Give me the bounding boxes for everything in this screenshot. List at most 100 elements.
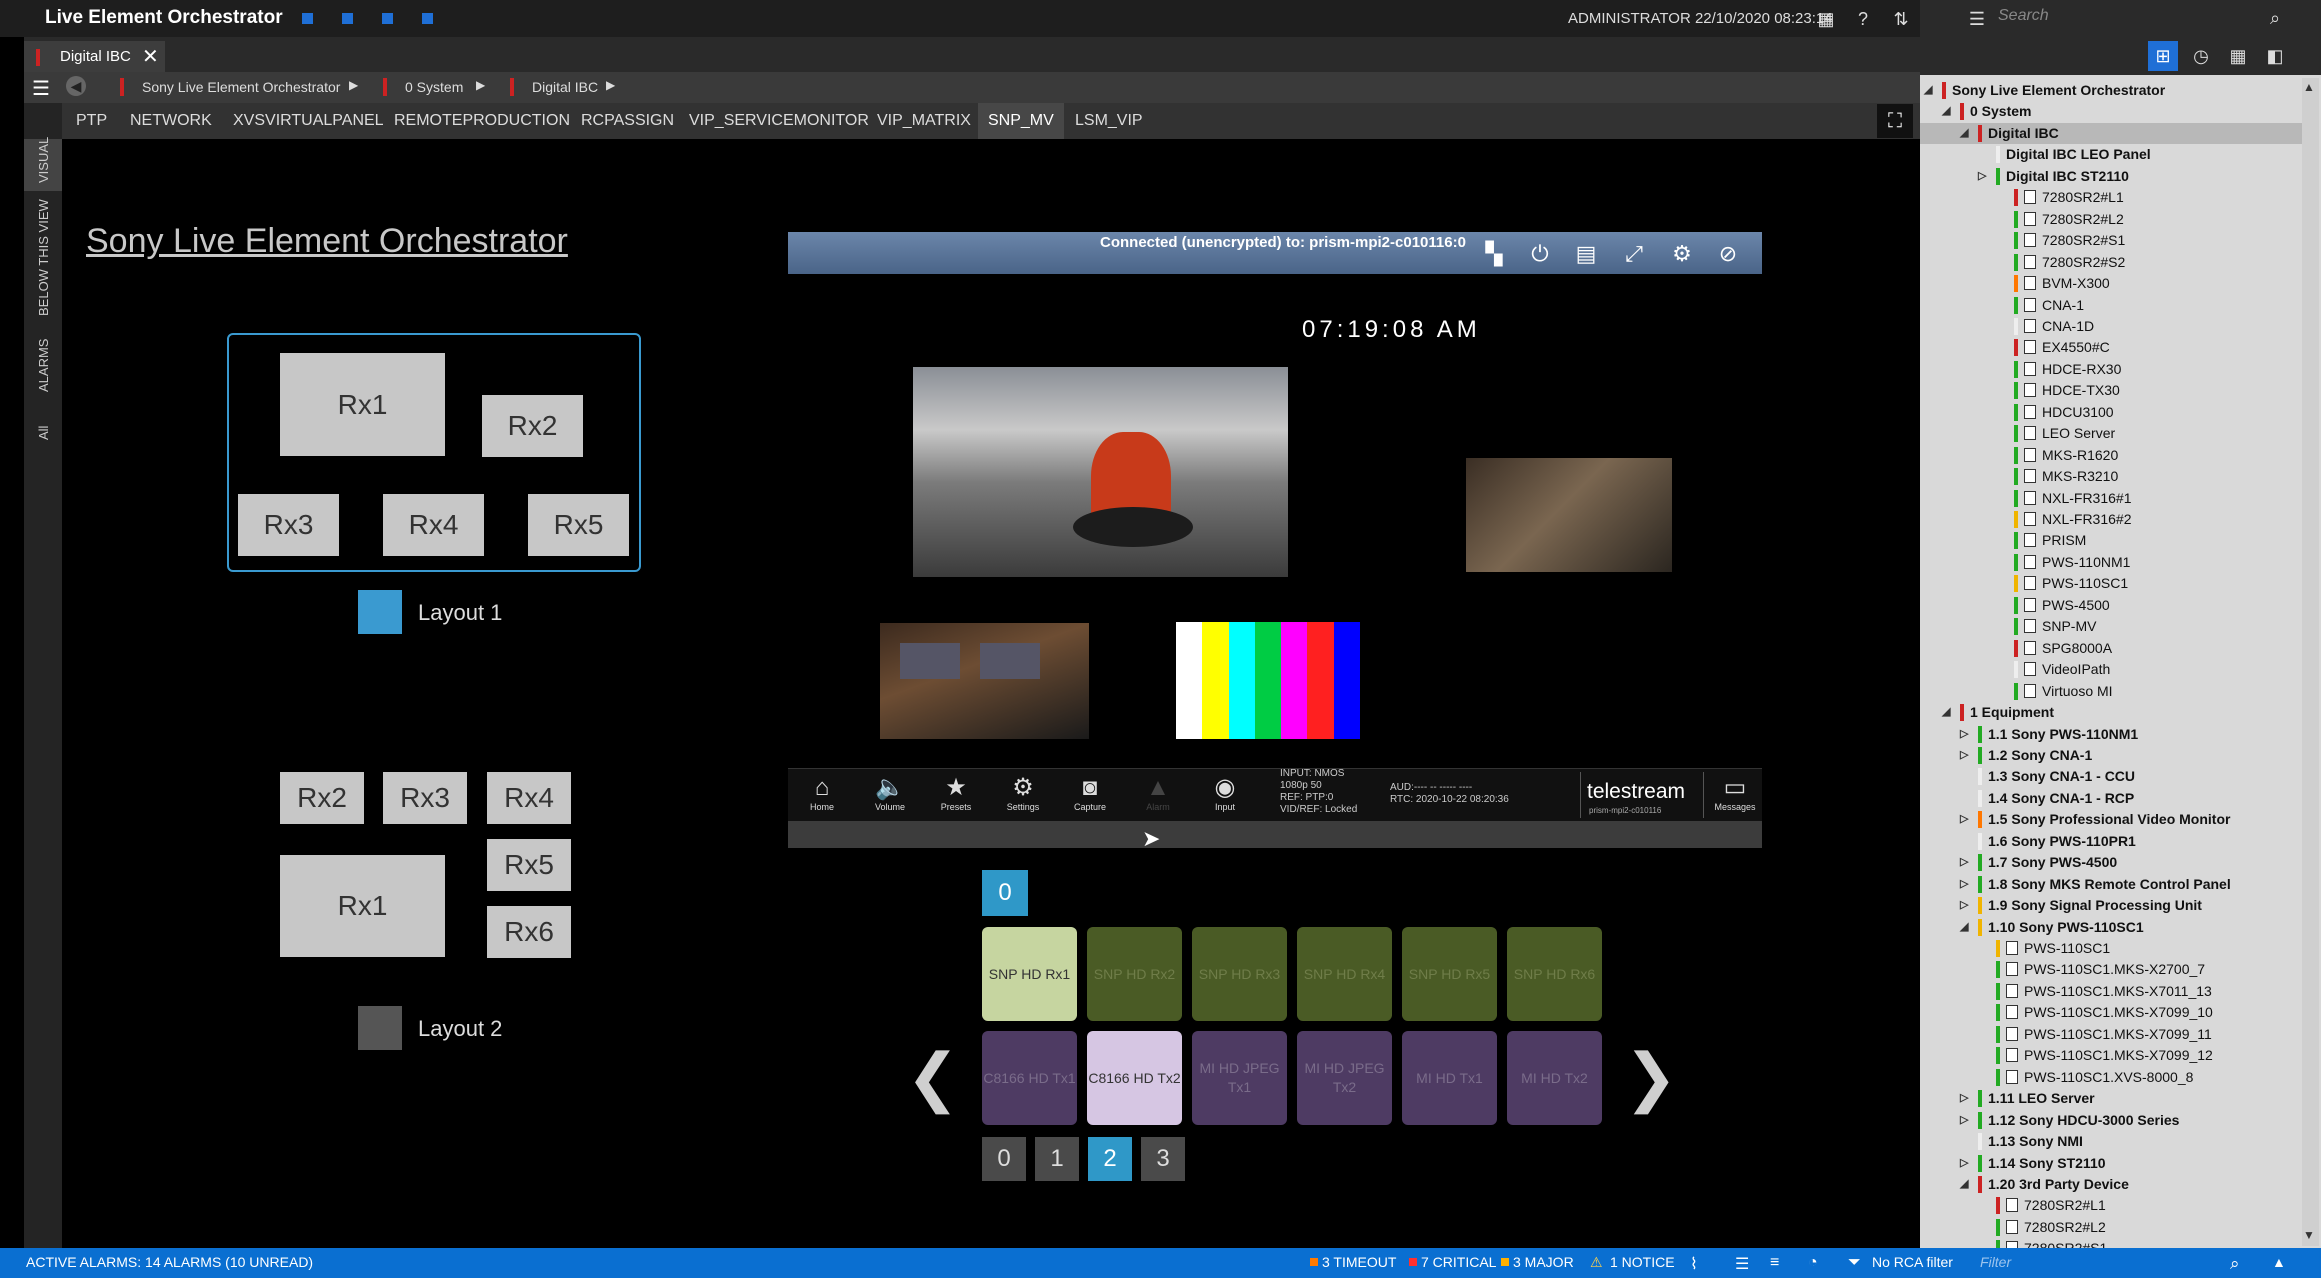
tree-leaf-item[interactable]: 7280SR2#S1 — [1920, 230, 2302, 251]
layout2-rx5[interactable]: Rx5 — [487, 839, 571, 891]
chevron-right-icon[interactable]: ❯ — [1624, 1040, 1678, 1115]
notice-count[interactable]: 1 NOTICE — [1610, 1254, 1675, 1270]
page-button-0[interactable]: 0 — [982, 1137, 1026, 1181]
tree-node-item[interactable]: ▷ 1.12 Sony HDCU-3000 Series — [1920, 1110, 2302, 1131]
tree-leaf-item[interactable]: NXL-FR316#2 — [1920, 509, 2302, 530]
tx-tile-1[interactable]: C8166 HD Tx1 — [982, 1031, 1077, 1125]
tree-leaf-item[interactable]: HDCE-RX30 — [1920, 359, 2302, 380]
layout2-rx3[interactable]: Rx3 — [383, 772, 467, 824]
clipboard-icon[interactable]: ▤ — [1568, 236, 1604, 272]
collapse-icon[interactable]: ◢ — [1960, 123, 1968, 144]
tree-node-item[interactable]: ◢ 1.20 3rd Party Device — [1920, 1174, 2302, 1195]
tree-leaf-item[interactable]: PWS-4500 — [1920, 595, 2302, 616]
video-thumbnail-motorbike[interactable] — [913, 367, 1288, 577]
scroll-up-icon[interactable]: ▲ — [2303, 80, 2315, 94]
tx-tile-6[interactable]: MI HD Tx2 — [1507, 1031, 1602, 1125]
tree-leaf-item[interactable]: PWS-110SC1.XVS-8000_8 — [1920, 1067, 2302, 1088]
close-icon[interactable]: ✕ — [142, 44, 159, 69]
page-button-3[interactable]: 3 — [1141, 1137, 1185, 1181]
expand-icon[interactable]: ▷ — [1960, 874, 1968, 895]
hierarchy-icon[interactable]: ⊞ — [2148, 41, 2178, 71]
active-alarms-link[interactable]: ACTIVE ALARMS: 14 ALARMS (10 UNREAD) — [26, 1254, 313, 1270]
tree-leaf-item[interactable]: 7280SR2#L1 — [1920, 187, 2302, 208]
layout1-rx1[interactable]: Rx1 — [280, 353, 445, 456]
chevron-left-icon[interactable]: ❮ — [906, 1040, 960, 1115]
tx-tile-3[interactable]: MI HD JPEG Tx1 — [1192, 1031, 1287, 1125]
tree-node-item[interactable]: ◢ Sony Live Element Orchestrator — [1920, 80, 2302, 101]
tree-leaf-item[interactable]: 7280SR2#L1 — [1920, 1195, 2302, 1216]
workspace-dot-1[interactable] — [302, 13, 313, 24]
expand-icon[interactable]: ▷ — [1960, 809, 1968, 830]
tree-leaf-item[interactable]: 7280SR2#L2 — [1920, 1217, 2302, 1238]
tx-tile-5[interactable]: MI HD Tx1 — [1402, 1031, 1497, 1125]
rx-tile-6[interactable]: SNP HD Rx6 — [1507, 927, 1602, 1021]
side-tab-all[interactable]: All — [36, 426, 51, 440]
layout2-swatch[interactable] — [358, 1006, 402, 1050]
collapse-icon[interactable]: ◢ — [1960, 917, 1968, 938]
tree-node-item[interactable]: ▷ 1.5 Sony Professional Video Monitor — [1920, 809, 2302, 830]
breadcrumb-item[interactable]: Digital IBC — [532, 79, 598, 95]
rca-filter[interactable]: No RCA filter — [1872, 1254, 1953, 1270]
expand-icon[interactable]: ▷ — [1960, 1153, 1968, 1174]
layout1-rx5[interactable]: Rx5 — [528, 494, 629, 556]
video-thumbnail-colorbars[interactable] — [1176, 622, 1360, 739]
tree-leaf-item[interactable]: Virtuoso MI — [1920, 681, 2302, 702]
alarm-button[interactable]: ▲ Alarm — [1129, 774, 1187, 812]
tree-node-item[interactable]: 1.6 Sony PWS-110PR1 — [1920, 831, 2302, 852]
tree-leaf-item[interactable]: LEO Server — [1920, 423, 2302, 444]
tree-leaf-item[interactable]: SPG8000A — [1920, 638, 2302, 659]
tree-leaf-item[interactable]: PWS-110NM1 — [1920, 552, 2302, 573]
tab-snp-mv[interactable]: SNP_MV — [978, 103, 1064, 139]
expand-icon[interactable]: ▷ — [1960, 895, 1968, 916]
expand-icon[interactable]: ▷ — [1960, 1088, 1968, 1109]
swap-icon[interactable]: ⇅ — [1888, 6, 1914, 32]
layout1-rx4[interactable]: Rx4 — [383, 494, 484, 556]
volume-button[interactable]: 🔈 Volume — [861, 774, 919, 812]
expand-icon[interactable]: ▷ — [1960, 852, 1968, 873]
rx-tile-5[interactable]: SNP HD Rx5 — [1402, 927, 1497, 1021]
tree-leaf-item[interactable]: MKS-R1620 — [1920, 445, 2302, 466]
breadcrumb-item[interactable]: 0 System — [405, 79, 463, 95]
tree-leaf-item[interactable]: CNA-1D — [1920, 316, 2302, 337]
tree-leaf-item[interactable]: 7280SR2#L2 — [1920, 209, 2302, 230]
layout2-rx1[interactable]: Rx1 — [280, 855, 445, 957]
collapse-icon[interactable]: ◢ — [1924, 80, 1932, 101]
layout2-rx4[interactable]: Rx4 — [487, 772, 571, 824]
expand-icon[interactable]: ▷ — [1960, 1110, 1968, 1131]
tree-leaf-item[interactable]: PWS-110SC1 — [1920, 573, 2302, 594]
tree-node-item[interactable]: 1.4 Sony CNA-1 - RCP — [1920, 788, 2302, 809]
chart-icon[interactable]: ⌇ — [1690, 1254, 1698, 1274]
viewer-scroll-area[interactable] — [788, 821, 1762, 848]
clock-icon[interactable]: ◔ — [1808, 1254, 1818, 1272]
search-icon[interactable]: ⌕ — [2262, 5, 2288, 31]
tab-network[interactable]: NETWORK — [120, 103, 222, 139]
tree-node-item[interactable]: ▷ 1.8 Sony MKS Remote Control Panel — [1920, 874, 2302, 895]
tree-node-item[interactable]: ▷ 1.14 Sony ST2110 — [1920, 1153, 2302, 1174]
tree-scrollbar[interactable] — [2302, 78, 2319, 1246]
workspace-dot-2[interactable] — [342, 13, 353, 24]
canvas-title-link[interactable]: Sony Live Element Orchestrator — [86, 222, 568, 261]
tree-node-item[interactable]: Digital IBC LEO Panel — [1920, 144, 2302, 165]
tree-leaf-item[interactable]: VideoIPath — [1920, 659, 2302, 680]
tree-leaf-item[interactable]: PRISM — [1920, 530, 2302, 551]
expand-icon[interactable]: ▷ — [1960, 724, 1968, 745]
tree-leaf-item[interactable]: PWS-110SC1.MKS-X7099_11 — [1920, 1024, 2302, 1045]
workspace-dot-4[interactable] — [422, 13, 433, 24]
scroll-down-icon[interactable]: ▼ — [2303, 1228, 2315, 1242]
layout1-swatch[interactable] — [358, 590, 402, 634]
power-icon[interactable]: ⏻ — [1522, 236, 1558, 272]
tree-node-item[interactable]: ◢ 1 Equipment — [1920, 702, 2302, 723]
windows-icon[interactable]: ▚ — [1476, 236, 1512, 272]
video-thumbnail-studio[interactable] — [880, 623, 1089, 739]
apps-grid-icon[interactable]: ▦ — [1813, 6, 1839, 32]
disconnect-icon[interactable]: ⊘ — [1710, 236, 1746, 272]
layout1-rx2[interactable]: Rx2 — [482, 395, 583, 457]
mv-index-button[interactable]: 0 — [982, 870, 1028, 916]
layout-icon[interactable]: ◧ — [2262, 43, 2288, 69]
tab-ptp[interactable]: PTP — [66, 103, 117, 139]
tree-node-item[interactable]: ◢ Digital IBC — [1920, 122, 2302, 144]
messages-button[interactable]: ▭ Messages — [1706, 774, 1764, 812]
tree-leaf-item[interactable]: PWS-110SC1.MKS-X7011_13 — [1920, 981, 2302, 1002]
expand-icon[interactable]: ▷ — [1960, 745, 1968, 766]
tree-leaf-item[interactable]: HDCU3100 — [1920, 402, 2302, 423]
